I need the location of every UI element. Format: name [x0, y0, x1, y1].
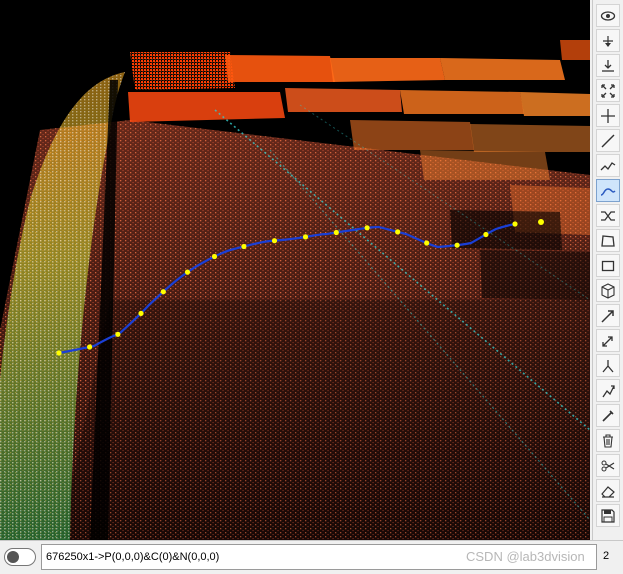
polyline-vertex[interactable] — [184, 269, 191, 275]
curve-tool-button[interactable] — [596, 179, 620, 202]
polyline-end-vertex[interactable] — [538, 219, 544, 225]
expand-icon — [601, 83, 615, 98]
polyline-tool-button[interactable] — [596, 154, 620, 177]
expand-tool-button[interactable] — [596, 79, 620, 102]
polyline-vertex[interactable] — [211, 253, 218, 260]
cut-icon — [601, 460, 615, 471]
polyline-vertex[interactable] — [395, 229, 401, 235]
curve-icon — [600, 187, 616, 196]
rectangle-icon — [601, 260, 615, 271]
line-icon — [601, 134, 615, 147]
polyline-vertex[interactable] — [87, 344, 93, 350]
trash-icon — [603, 433, 613, 448]
eraser-icon — [601, 485, 615, 498]
polyline-vertex[interactable] — [138, 310, 144, 316]
watermark-text: CSDN @lab3dvision — [466, 549, 585, 564]
toggle-knob — [7, 551, 19, 563]
crosshair-tool-button[interactable] — [596, 104, 620, 127]
polyline-vertex[interactable] — [56, 350, 62, 356]
polyline-vertex[interactable] — [271, 238, 278, 244]
polygon-tool-button[interactable] — [596, 229, 620, 252]
crosshair-icon — [601, 108, 615, 123]
left-curb-edge — [0, 72, 125, 540]
eye-tool-button[interactable] — [596, 4, 620, 27]
polyline-vertex[interactable] — [364, 225, 370, 231]
pen-icon — [602, 409, 614, 422]
polyline-icon — [600, 161, 616, 170]
tool-palette — [592, 0, 623, 540]
save-icon — [601, 508, 615, 523]
shuffle-icon — [601, 210, 615, 221]
pick-point-tool-button[interactable] — [596, 54, 620, 77]
status-count: 2 — [603, 550, 610, 562]
line-tool-button[interactable] — [596, 129, 620, 152]
pick-point-icon — [602, 59, 614, 72]
toggle-switch[interactable] — [4, 548, 36, 566]
pen-tool-button[interactable] — [596, 404, 620, 427]
polyline-vertex[interactable] — [454, 242, 460, 248]
arrow-icon — [601, 309, 614, 323]
add-point-icon — [603, 35, 613, 47]
polyline-vertex[interactable] — [241, 243, 247, 250]
polyline-vertex[interactable] — [483, 231, 489, 238]
point-cloud-viewport[interactable] — [0, 0, 590, 540]
point-cloud-canvas[interactable] — [0, 0, 590, 540]
polygon-icon — [601, 234, 615, 247]
polyline-vertex[interactable] — [512, 221, 518, 227]
cube-tool-button[interactable] — [596, 279, 620, 302]
polyline-vertex[interactable] — [115, 331, 121, 337]
arrow-move-tool-button[interactable] — [596, 379, 620, 402]
branch-icon — [602, 359, 614, 372]
add-point-tool-button[interactable] — [596, 29, 620, 52]
branch-tool-button[interactable] — [596, 354, 620, 377]
rectangle-tool-button[interactable] — [596, 254, 620, 277]
cube-icon — [601, 282, 615, 299]
eye-icon — [600, 10, 616, 21]
arrow-tool-button[interactable] — [596, 304, 620, 327]
shuffle-tool-button[interactable] — [596, 204, 620, 227]
delete-tool-button[interactable] — [596, 429, 620, 452]
save-tool-button[interactable] — [596, 504, 620, 527]
cut-tool-button[interactable] — [596, 454, 620, 477]
polyline-vertex[interactable] — [160, 289, 166, 295]
eraser-tool-button[interactable] — [596, 479, 620, 502]
polyline-vertex[interactable] — [424, 240, 430, 246]
polyline-vertex[interactable] — [333, 229, 339, 236]
arrow-move-icon — [602, 384, 615, 397]
polyline-vertex[interactable] — [302, 234, 309, 240]
arrow-pin-tool-button[interactable] — [596, 329, 620, 352]
arrow-pin-icon — [602, 335, 613, 347]
